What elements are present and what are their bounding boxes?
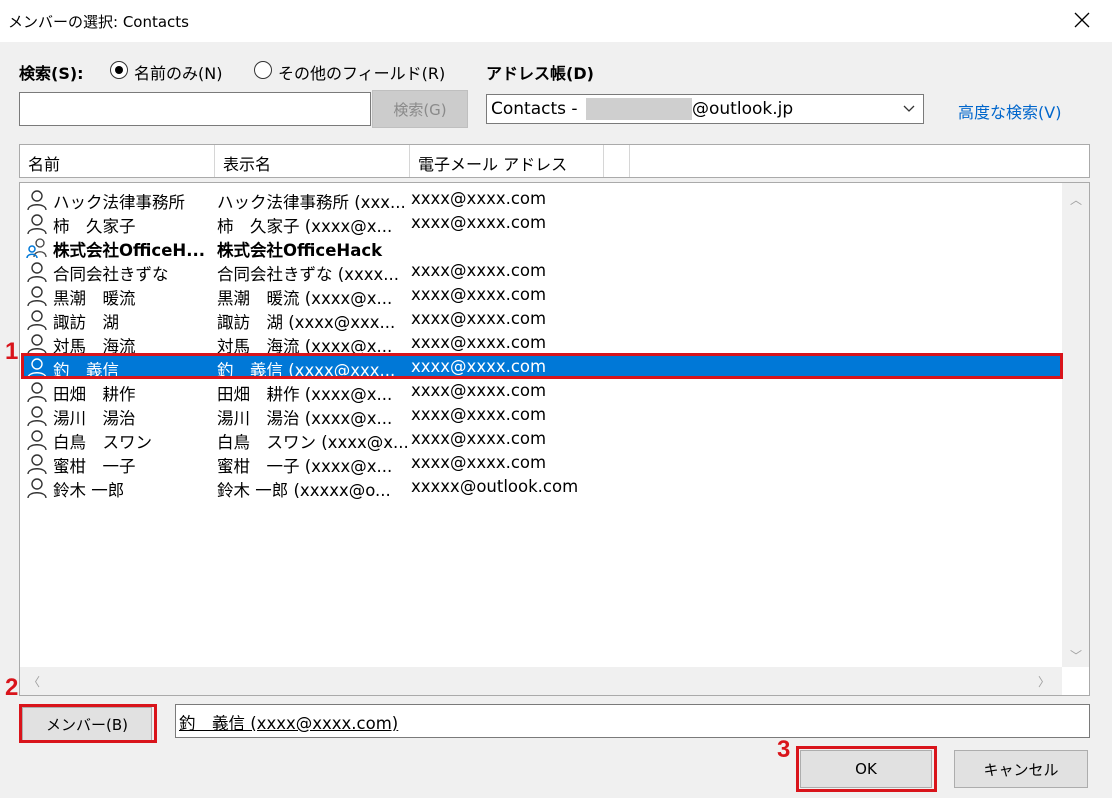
contact-name: 柿 久家子 xyxy=(53,217,136,236)
radio-name-only-label[interactable]: 名前のみ(N) xyxy=(134,60,222,84)
search-label: 検索(S): xyxy=(19,64,84,83)
column-name[interactable]: 名前 xyxy=(20,145,215,177)
contact-row[interactable]: 白鳥 スワン 白鳥 スワン (xxxx@x... xxxx@xxxx.com xyxy=(21,427,1061,452)
contact-name: 白鳥 スワン xyxy=(53,433,152,452)
contact-row[interactable]: 対馬 海流 対馬 海流 (xxxx@x... xxxx@xxxx.com xyxy=(21,331,1061,356)
contact-display-name: 黒潮 暖流 (xxxx@x... xyxy=(217,289,393,308)
ok-button[interactable]: OK xyxy=(800,750,932,788)
contact-email: xxxx@xxxx.com xyxy=(411,453,547,472)
contact-email: xxxxx@outlook.com xyxy=(411,477,579,496)
cancel-button[interactable]: キャンセル xyxy=(954,750,1088,788)
scroll-right-icon[interactable]: 〉 xyxy=(1038,673,1050,690)
radio-other-fields-label[interactable]: その他のフィールド(R) xyxy=(278,60,445,84)
contact-row[interactable]: 柿 久家子 柿 久家子 (xxxx@x... xxxx@xxxx.com xyxy=(21,211,1061,236)
contact-name: ハック法律事務所 xyxy=(53,193,185,212)
contact-display-name: ハック法律事務所 (xxx... xyxy=(217,193,406,212)
contact-name: 湯川 湯治 xyxy=(53,409,136,428)
vertical-scrollbar[interactable]: ︿ ﹀ xyxy=(1062,183,1089,667)
radio-name-only[interactable] xyxy=(110,61,128,79)
search-button[interactable]: 検索(G) xyxy=(372,90,468,128)
addressbook-prefix: Contacts - xyxy=(491,99,578,119)
contact-name: 合同会社きずな xyxy=(53,265,169,284)
radio-other-fields[interactable] xyxy=(254,61,272,79)
contact-row[interactable]: 黒潮 暖流 黒潮 暖流 (xxxx@x... xxxx@xxxx.com xyxy=(21,283,1061,308)
members-value: 釣 義信 (xxxx@xxxx.com) xyxy=(179,714,399,733)
contact-email: xxxx@xxxx.com xyxy=(411,333,547,352)
contact-display-name: 蜜柑 一子 (xxxx@x... xyxy=(217,457,393,476)
members-button[interactable]: メンバー(B) xyxy=(22,707,152,741)
addressbook-select[interactable]: Contacts - @outlook.jp xyxy=(486,94,924,124)
contact-name: 釣 義信 xyxy=(53,361,119,380)
contact-display-name: 諏訪 湖 (xxxx@xxx... xyxy=(217,313,396,332)
contact-email: xxxx@xxxx.com xyxy=(411,405,547,424)
contact-name: 黒潮 暖流 xyxy=(53,289,136,308)
contact-display-name: 柿 久家子 (xxxx@x... xyxy=(217,217,393,236)
addressbook-label: アドレス帳(D) xyxy=(486,64,594,83)
contact-name: 対馬 海流 xyxy=(53,337,136,356)
contact-row[interactable]: 蜜柑 一子 蜜柑 一子 (xxxx@x... xxxx@xxxx.com xyxy=(21,451,1061,476)
contact-email: xxxx@xxxx.com xyxy=(411,357,547,376)
contact-email: xxxx@xxxx.com xyxy=(411,189,547,208)
contact-name: 田畑 耕作 xyxy=(53,385,136,404)
column-blank xyxy=(604,145,630,177)
contact-email: xxxx@xxxx.com xyxy=(411,429,547,448)
contact-display-name: 対馬 海流 (xxxx@x... xyxy=(217,337,393,356)
contact-email: xxxx@xxxx.com xyxy=(411,381,547,400)
contact-display-name: 湯川 湯治 (xxxx@x... xyxy=(217,409,393,428)
search-input[interactable] xyxy=(19,92,371,126)
contact-row[interactable]: 釣 義信 釣 義信 (xxxx@xxx... xxxx@xxxx.com xyxy=(21,355,1061,380)
redacted-account xyxy=(586,98,692,120)
contact-row[interactable]: 鈴木 一郎 鈴木 一郎 (xxxxx@o... xxxxx@outlook.com xyxy=(21,475,1061,500)
contact-list[interactable]: ハック法律事務所 ハック法律事務所 (xxx... xxxx@xxxx.com 柿 久… xyxy=(19,182,1090,696)
contact-display-name: 釣 義信 (xxxx@xxx... xyxy=(217,361,396,380)
advanced-search-link[interactable]: 高度な検索(V) xyxy=(958,99,1061,123)
contact-group-row[interactable]: 株式会社OfficeH... 株式会社OfficeHack xyxy=(21,235,1061,260)
person-icon xyxy=(26,477,48,503)
members-field[interactable]: 釣 義信 (xxxx@xxxx.com) xyxy=(175,704,1090,738)
addressbook-suffix: @outlook.jp xyxy=(692,99,794,119)
contact-row[interactable]: ハック法律事務所 ハック法律事務所 (xxx... xxxx@xxxx.com xyxy=(21,187,1061,212)
contact-name: 蜜柑 一子 xyxy=(53,457,136,476)
contact-name: 諏訪 湖 xyxy=(53,313,119,332)
contact-display-name: 鈴木 一郎 (xxxxx@o... xyxy=(217,481,391,500)
contact-email: xxxx@xxxx.com xyxy=(411,285,547,304)
chevron-down-icon xyxy=(903,105,915,112)
column-display-name[interactable]: 表示名 xyxy=(215,145,410,177)
horizontal-scrollbar[interactable]: 〈 〉 xyxy=(20,667,1062,695)
close-icon[interactable] xyxy=(1068,6,1096,34)
contact-display-name: 株式会社OfficeHack xyxy=(217,241,383,260)
title-bar: メンバーの選択: Contacts xyxy=(0,0,1112,42)
window-title: メンバーの選択: Contacts xyxy=(8,13,189,31)
contact-row[interactable]: 湯川 湯治 湯川 湯治 (xxxx@x... xxxx@xxxx.com xyxy=(21,403,1061,428)
step-marker-2: 2 xyxy=(5,674,19,701)
scroll-up-icon[interactable]: ︿ xyxy=(1070,191,1082,208)
contact-email: xxxx@xxxx.com xyxy=(411,261,547,280)
step-marker-3: 3 xyxy=(777,736,791,763)
contact-name: 株式会社OfficeH... xyxy=(53,241,206,260)
scroll-left-icon[interactable]: 〈 xyxy=(28,673,40,690)
contact-display-name: 白鳥 スワン (xxxx@x... xyxy=(217,433,409,452)
contact-name: 鈴木 一郎 xyxy=(53,481,125,500)
contact-email: xxxx@xxxx.com xyxy=(411,309,547,328)
column-email[interactable]: 電子メール アドレス xyxy=(410,145,604,177)
contact-row[interactable]: 田畑 耕作 田畑 耕作 (xxxx@x... xxxx@xxxx.com xyxy=(21,379,1061,404)
scroll-down-icon[interactable]: ﹀ xyxy=(1070,647,1082,664)
step-marker-1: 1 xyxy=(5,338,19,365)
contact-row[interactable]: 合同会社きずな 合同会社きずな (xxxx... xxxx@xxxx.com xyxy=(21,259,1061,284)
contact-row[interactable]: 諏訪 湖 諏訪 湖 (xxxx@xxx... xxxx@xxxx.com xyxy=(21,307,1061,332)
contact-email: xxxx@xxxx.com xyxy=(411,213,547,232)
column-header: 名前 表示名 電子メール アドレス xyxy=(19,144,1090,178)
contact-display-name: 合同会社きずな (xxxx... xyxy=(217,265,399,284)
contact-display-name: 田畑 耕作 (xxxx@x... xyxy=(217,385,393,404)
